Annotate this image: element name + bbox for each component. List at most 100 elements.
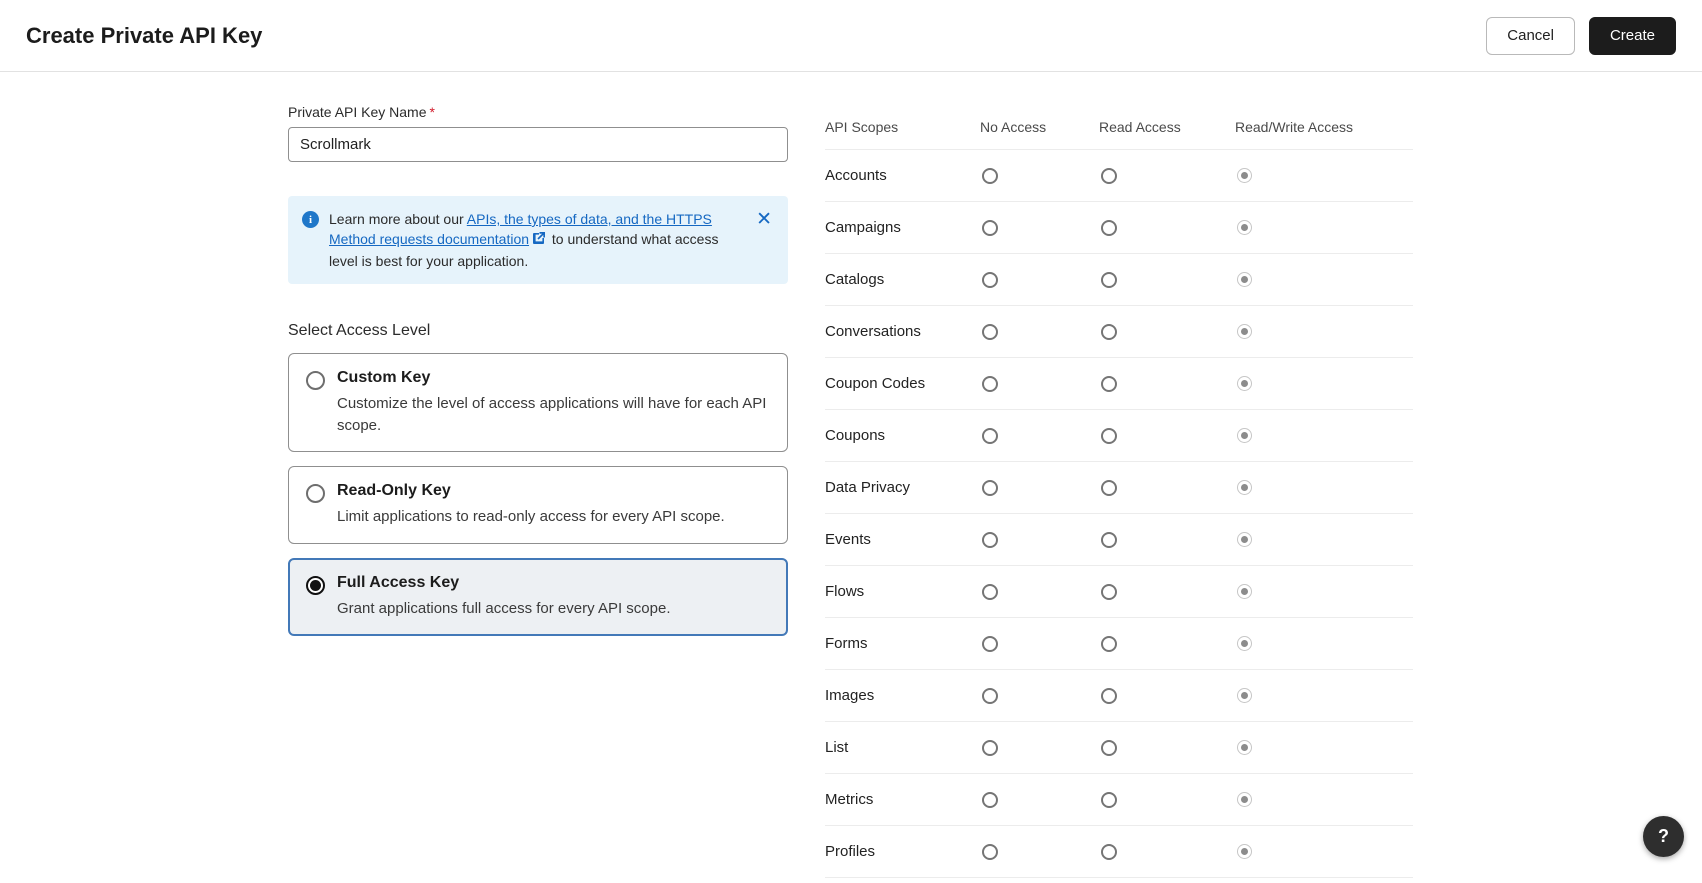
read-access-radio[interactable] [1101, 583, 1117, 600]
read-access-radio[interactable] [1101, 531, 1117, 548]
no-access-radio[interactable] [982, 375, 998, 392]
read-access-cell [1099, 427, 1235, 444]
read-only-key-radio[interactable] [306, 484, 325, 504]
no-access-cell [980, 791, 1099, 808]
option-title: Read-Only Key [337, 482, 451, 500]
table-row: Images [825, 670, 1413, 722]
no-access-radio[interactable] [982, 219, 998, 236]
no-access-radio[interactable] [982, 843, 998, 860]
read-access-cell [1099, 219, 1235, 236]
scope-label: Profiles [825, 843, 876, 860]
option-description: Grant applications full access for every… [337, 600, 671, 618]
table-row: Data Privacy [825, 462, 1413, 514]
read-write-access-radio[interactable] [1237, 480, 1252, 495]
info-text-before: Learn more about our [329, 211, 467, 227]
read-access-radio[interactable] [1101, 323, 1117, 340]
read-write-access-radio[interactable] [1237, 636, 1252, 651]
read-write-access-radio[interactable] [1237, 324, 1252, 339]
scope-label: Metrics [825, 791, 874, 808]
custom-key-text: Custom Key Customize the level of access… [337, 369, 770, 437]
no-access-radio[interactable] [982, 479, 998, 496]
header-actions: Cancel Create [1486, 16, 1676, 55]
close-icon[interactable]: ✕ [756, 210, 772, 229]
no-access-cell [980, 427, 1099, 444]
read-write-access-radio[interactable] [1237, 428, 1252, 443]
no-access-radio[interactable] [982, 791, 998, 808]
scope-label: Coupons [825, 427, 886, 444]
full-access-key-radio[interactable] [306, 576, 325, 596]
read-write-access-radio[interactable] [1237, 376, 1252, 391]
scope-label: Accounts [825, 167, 887, 184]
table-row: Catalogs [825, 254, 1413, 306]
read-only-key-text: Read-Only Key Limit applications to read… [337, 482, 770, 528]
no-access-radio[interactable] [982, 687, 998, 704]
help-button[interactable]: ? [1643, 816, 1684, 857]
read-access-cell [1099, 687, 1235, 704]
read-write-access-radio[interactable] [1237, 844, 1252, 859]
column-header-no-access: No Access [980, 118, 1047, 135]
no-access-cell [980, 167, 1099, 184]
table-row: List [825, 722, 1413, 774]
scope-label: Coupon Codes [825, 375, 926, 392]
read-write-access-radio[interactable] [1237, 792, 1252, 807]
no-access-radio[interactable] [982, 167, 998, 184]
no-access-radio[interactable] [982, 323, 998, 340]
read-access-radio[interactable] [1101, 791, 1117, 808]
read-write-access-radio[interactable] [1237, 532, 1252, 547]
table-row: Coupons [825, 410, 1413, 462]
read-access-radio[interactable] [1101, 375, 1117, 392]
read-write-access-cell [1235, 220, 1413, 235]
read-access-radio[interactable] [1101, 687, 1117, 704]
read-access-radio[interactable] [1101, 479, 1117, 496]
read-write-access-radio[interactable] [1237, 584, 1252, 599]
no-access-radio[interactable] [982, 739, 998, 756]
api-scopes-table: API Scopes No Access Read Access Read/Wr… [825, 104, 1413, 878]
read-access-radio[interactable] [1101, 635, 1117, 652]
read-only-key-option[interactable]: Read-Only Key Limit applications to read… [288, 466, 788, 545]
column-header-read-write-access: Read/Write Access [1235, 118, 1354, 135]
access-level-section-label: Select Access Level [288, 321, 431, 339]
no-access-cell [980, 687, 1099, 704]
read-access-radio[interactable] [1101, 427, 1117, 444]
no-access-radio[interactable] [982, 427, 998, 444]
api-scopes-column: API Scopes No Access Read Access Read/Wr… [825, 104, 1413, 878]
read-write-access-radio[interactable] [1237, 740, 1252, 755]
full-access-key-text: Full Access Key Grant applications full … [337, 574, 770, 620]
read-access-cell [1099, 375, 1235, 392]
read-write-access-radio[interactable] [1237, 688, 1252, 703]
table-row: Accounts [825, 150, 1413, 202]
custom-key-option[interactable]: Custom Key Customize the level of access… [288, 352, 788, 453]
key-settings-column: Private API Key Name* i Learn more about… [288, 104, 788, 878]
read-access-radio[interactable] [1101, 739, 1117, 756]
read-write-access-cell [1235, 272, 1413, 287]
read-access-cell [1099, 843, 1235, 860]
read-access-radio[interactable] [1101, 167, 1117, 184]
no-access-radio[interactable] [982, 271, 998, 288]
read-write-access-cell [1235, 636, 1413, 651]
read-write-access-cell [1235, 740, 1413, 755]
read-write-access-radio[interactable] [1237, 272, 1252, 287]
read-access-radio[interactable] [1101, 843, 1117, 860]
cancel-button[interactable]: Cancel [1486, 16, 1575, 55]
info-alert: i Learn more about our APIs, the types o… [288, 196, 788, 284]
full-access-key-option[interactable]: Full Access Key Grant applications full … [288, 558, 788, 636]
scope-label: Images [825, 687, 875, 704]
read-access-cell [1099, 739, 1235, 756]
page-title: Create Private API Key [26, 22, 263, 48]
read-write-access-cell [1235, 688, 1413, 703]
read-access-radio[interactable] [1101, 219, 1117, 236]
create-button[interactable]: Create [1588, 16, 1676, 55]
read-write-access-cell [1235, 584, 1413, 599]
no-access-radio[interactable] [982, 635, 998, 652]
read-write-access-radio[interactable] [1237, 168, 1252, 183]
api-key-name-label-text: Private API Key Name [288, 104, 427, 120]
read-access-radio[interactable] [1101, 271, 1117, 288]
read-access-cell [1099, 479, 1235, 496]
read-write-access-radio[interactable] [1237, 220, 1252, 235]
custom-key-radio[interactable] [306, 370, 325, 390]
read-write-access-cell [1235, 324, 1413, 339]
api-key-name-input[interactable] [288, 127, 788, 162]
scope-label: Forms [825, 635, 868, 652]
no-access-radio[interactable] [982, 531, 998, 548]
no-access-radio[interactable] [982, 583, 998, 600]
